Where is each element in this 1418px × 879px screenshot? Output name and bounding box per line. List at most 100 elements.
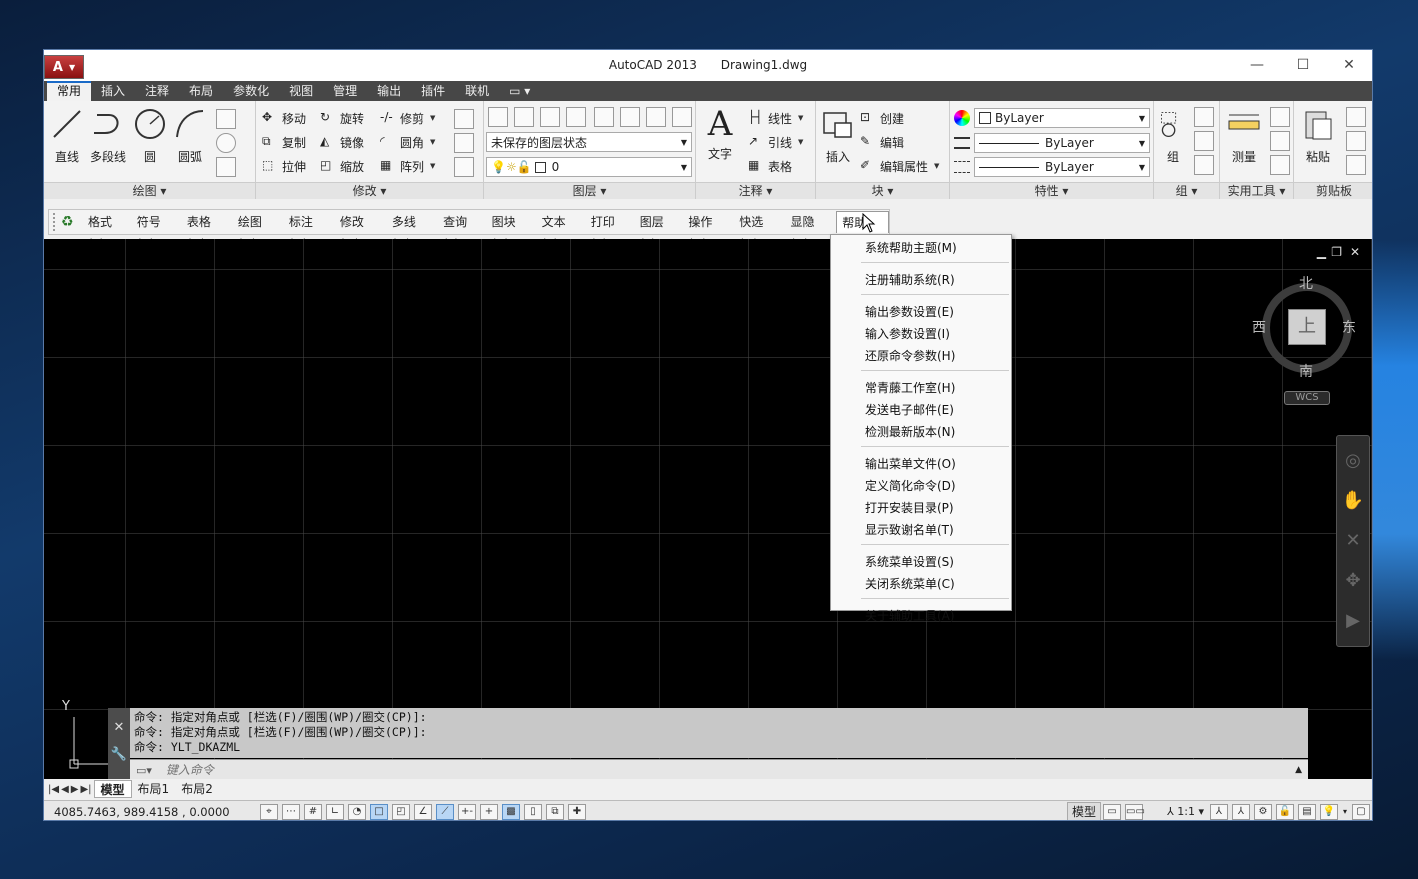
drawing-canvas[interactable]: ▁ ❐ ✕ 上 北 南 东 西 WCS ◎ ✋ ✕ ✥ ▶ Y — [44, 239, 1372, 779]
hatch-icon[interactable] — [216, 157, 236, 177]
ribbon-options-button[interactable]: ▭ ▾ — [499, 81, 540, 101]
compass-north[interactable]: 北 — [1299, 273, 1313, 293]
layers-panel-title[interactable]: 图层 ▾ — [484, 182, 695, 199]
help-menu-item[interactable]: 常青藤工作室(H) — [831, 377, 1011, 399]
ellipse-icon[interactable] — [216, 133, 236, 153]
ungroup-icon[interactable] — [1194, 107, 1214, 127]
object-snap-tracking-icon[interactable]: ∠ — [414, 803, 432, 820]
help-menu-item[interactable]: 注册辅助系统(R) — [831, 269, 1011, 291]
compass-west[interactable]: 西 — [1252, 317, 1266, 337]
clipboard-panel-title[interactable]: 剪贴板 — [1294, 182, 1372, 199]
layer-state-dropdown[interactable]: 未保存的图层状态 ▼ — [486, 132, 692, 152]
toolbar-grip[interactable] — [53, 213, 57, 231]
toolbar-lock-icon[interactable]: 🔓 — [1275, 803, 1294, 820]
dynamic-input-icon[interactable]: +- — [458, 803, 476, 820]
quick-select-icon[interactable] — [1270, 107, 1290, 127]
linetype-dropdown[interactable]: ByLayer ▼ — [974, 157, 1150, 177]
tab-output[interactable]: 输出 — [367, 81, 411, 101]
auto-scale-icon[interactable]: ⅄ — [1231, 803, 1250, 820]
draw-panel-title[interactable]: 绘图 ▾ — [44, 182, 255, 199]
3d-object-snap-icon[interactable]: ◰ — [392, 803, 410, 820]
tab-layout[interactable]: 布局 — [179, 81, 223, 101]
quick-view-drawings-icon[interactable]: ▭▭ — [1125, 803, 1145, 820]
menu-layer[interactable]: 图层(L) — [635, 211, 684, 251]
zoom-extents-icon[interactable]: ✕ — [1338, 526, 1368, 556]
current-layer-dropdown[interactable]: 💡 ☼ 🔓 0 ▼ — [486, 157, 692, 177]
annotation-scale-dropdown[interactable]: ⅄ 1:1 ▾ — [1163, 805, 1208, 818]
help-menu-item[interactable]: 发送电子邮件(E) — [831, 399, 1011, 421]
clean-screen-icon[interactable]: ▢ — [1352, 803, 1370, 820]
lineweight-toggle-icon[interactable]: + — [480, 803, 498, 820]
coordinates-readout[interactable]: 4085.7463, 989.4158 , 0.0000 — [44, 805, 258, 819]
isolate-objects-icon[interactable]: 💡 — [1319, 803, 1338, 820]
tab-parametric[interactable]: 参数化 — [223, 81, 279, 101]
arc-tool-button[interactable]: 圆弧 — [172, 107, 208, 165]
grid-display-icon[interactable]: # — [304, 803, 322, 820]
minimize-button[interactable]: — — [1234, 54, 1280, 76]
selection-cycling-icon[interactable]: ⧉ — [546, 803, 564, 820]
compass-east[interactable]: 东 — [1342, 317, 1356, 337]
wcs-dropdown[interactable]: WCS — [1284, 391, 1330, 405]
copy-button[interactable]: ⧉ 复制 — [262, 131, 306, 153]
command-input[interactable] — [165, 763, 1066, 777]
help-menu-item[interactable]: 输出菜单文件(O) — [831, 453, 1011, 475]
help-menu-item[interactable]: 打开安装目录(P) — [831, 497, 1011, 519]
menu-show-hide[interactable]: 显隐(H) — [785, 211, 836, 251]
leader-button[interactable]: ↗ 引线 ▼ — [748, 131, 803, 153]
insert-block-button[interactable]: 插入 — [820, 107, 856, 165]
prev-layout-icon[interactable]: ◀ — [61, 784, 69, 795]
quick-view-layouts-icon[interactable]: ▭ — [1103, 803, 1122, 820]
infer-constraints-icon[interactable]: ⌖ — [260, 803, 278, 820]
help-menu-item[interactable]: 还原命令参数(H) — [831, 345, 1011, 367]
group-button[interactable]: 组 — [1158, 107, 1188, 165]
chevron-up-icon[interactable]: ▲ — [1295, 765, 1302, 775]
scale-button[interactable]: ◰ 缩放 — [320, 155, 364, 177]
menu-query[interactable]: 查询(L) — [438, 211, 487, 251]
menu-dimension[interactable]: 标注(D) — [284, 211, 335, 251]
help-menu-item[interactable]: 定义简化命令(D) — [831, 475, 1011, 497]
utilities-panel-title[interactable]: 实用工具 ▾ — [1220, 182, 1293, 199]
ortho-mode-icon[interactable]: ∟ — [326, 803, 344, 820]
trim-button[interactable]: -/- 修剪 ▼ — [380, 107, 435, 129]
next-layout-icon[interactable]: ▶ — [71, 784, 79, 795]
polar-tracking-icon[interactable]: ◔ — [348, 803, 366, 820]
last-layout-icon[interactable]: ▶| — [80, 784, 91, 795]
command-prompt-icon[interactable]: ▭▾ — [136, 764, 152, 777]
create-block-button[interactable]: ⊡ 创建 — [860, 107, 904, 129]
color-dropdown[interactable]: ByLayer ▼ — [974, 108, 1150, 128]
viewcube[interactable]: 上 北 南 东 西 WCS — [1252, 276, 1356, 405]
model-space-toggle[interactable]: 模型 — [1067, 802, 1102, 820]
group-edit-icon[interactable] — [1194, 131, 1214, 151]
steering-wheel-icon[interactable]: ◎ — [1338, 446, 1368, 476]
menu-operation[interactable]: 操作(D) — [683, 211, 734, 251]
help-menu-item[interactable]: 检测最新版本(N) — [831, 421, 1011, 443]
linear-dimension-button[interactable]: ├┤ 线性 ▼ — [748, 107, 803, 129]
polyline-tool-button[interactable]: 多段线 — [88, 107, 128, 165]
menu-text[interactable]: 文本(T) — [537, 211, 586, 251]
viewport-close-icon[interactable]: ✕ — [1350, 245, 1360, 259]
object-snap-icon[interactable]: □ — [370, 803, 388, 820]
layer-isolate-icon[interactable] — [566, 107, 586, 127]
menu-symbol[interactable]: 符号(C) — [132, 211, 182, 251]
annotation-monitor-icon[interactable]: ✚ — [568, 803, 586, 820]
menu-modify[interactable]: 修改(M) — [335, 211, 387, 251]
menu-draw[interactable]: 绘图(D) — [233, 211, 284, 251]
layer-freeze-icon[interactable] — [594, 107, 614, 127]
orbit-icon[interactable]: ✥ — [1338, 566, 1368, 596]
lineweight-dropdown[interactable]: ByLayer ▼ — [974, 133, 1150, 153]
move-button[interactable]: ✥ 移动 — [262, 107, 306, 129]
application-status-menu-icon[interactable]: ▾ — [1340, 807, 1350, 816]
annotation-panel-title[interactable]: 注释 ▾ — [696, 182, 815, 199]
select-all-icon[interactable] — [1270, 131, 1290, 151]
rectangle-icon[interactable] — [216, 109, 236, 129]
text-tool-button[interactable]: A 文字 — [702, 107, 738, 162]
tab-layout1[interactable]: 布局1 — [132, 780, 176, 798]
match-properties-icon[interactable] — [1346, 155, 1366, 175]
calculator-icon[interactable] — [1270, 155, 1290, 175]
circle-tool-button[interactable]: 圆 — [132, 107, 168, 165]
menu-table[interactable]: 表格(G) — [182, 211, 233, 251]
first-layout-icon[interactable]: |◀ — [48, 784, 59, 795]
table-button[interactable]: ▦ 表格 — [748, 155, 792, 177]
viewport-minimize-icon[interactable]: ▁ — [1317, 245, 1326, 259]
workspace-switching-icon[interactable]: ⚙ — [1253, 803, 1272, 820]
